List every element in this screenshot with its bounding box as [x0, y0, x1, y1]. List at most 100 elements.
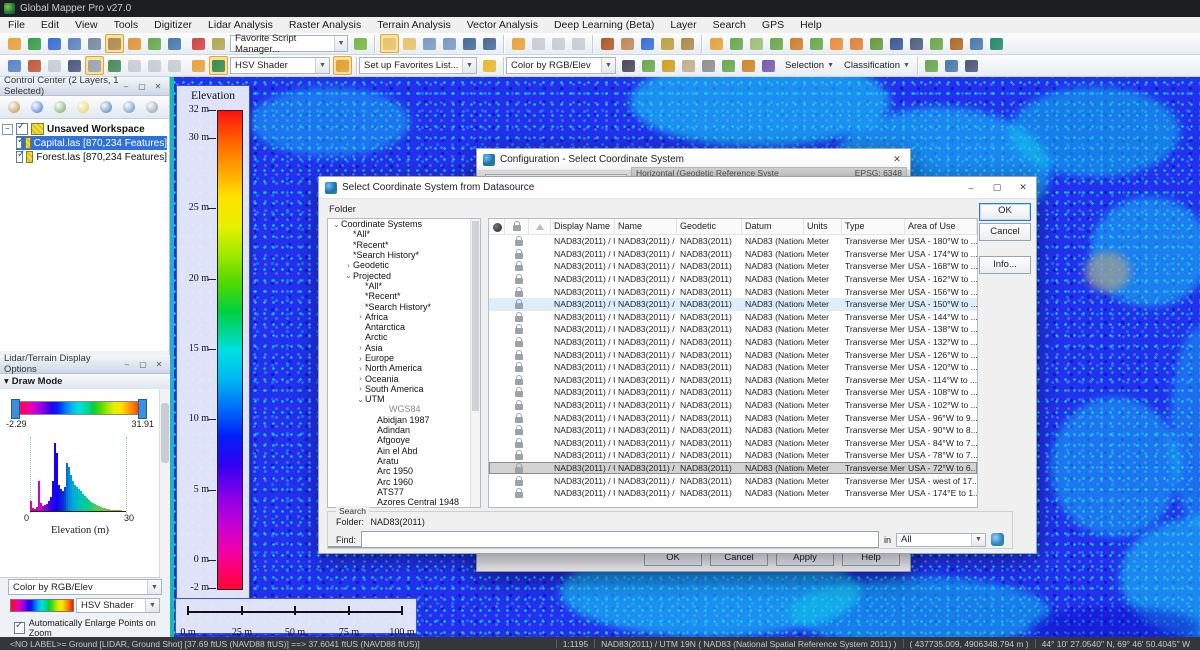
tree-item-coordinate-systems[interactable]: ⌄Coordinate Systems — [328, 219, 480, 229]
eraser-tool-icon[interactable] — [618, 34, 637, 53]
column-header[interactable] — [505, 219, 529, 234]
lidar-change-icon[interactable] — [659, 56, 678, 75]
table-row[interactable]: NAD83(2011) / U...NAD83(2011) / U...NAD8… — [489, 449, 977, 462]
selection-dropdown[interactable]: Selection▼ — [780, 58, 839, 73]
lidar-canopy-icon[interactable] — [719, 56, 738, 75]
lidar-spray-icon[interactable] — [867, 34, 886, 53]
classification-dropdown[interactable]: Classification▼ — [839, 58, 915, 73]
water-rise-icon[interactable] — [145, 56, 164, 75]
previous-view-icon[interactable] — [460, 34, 479, 53]
lidar-orbit-icon[interactable] — [699, 56, 718, 75]
chevron-down-icon[interactable]: ▼ — [601, 58, 615, 73]
column-header[interactable]: Display Name — [551, 219, 615, 234]
tree-item-africa[interactable]: ›Africa — [328, 312, 480, 322]
tree-item--search-history-[interactable]: *Search History* — [328, 250, 480, 260]
column-header[interactable]: Units — [804, 219, 842, 234]
path-profile-icon[interactable] — [85, 56, 104, 75]
shader-mountain-active-icon[interactable] — [209, 56, 228, 75]
menu-edit[interactable]: Edit — [33, 18, 67, 32]
menu-raster-analysis[interactable]: Raster Analysis — [281, 18, 369, 32]
workspace-root-row[interactable]: − Unsaved Workspace — [2, 122, 167, 136]
menu-vector-analysis[interactable]: Vector Analysis — [459, 18, 546, 32]
lidar-boat-icon[interactable] — [987, 34, 1006, 53]
play-icon[interactable] — [45, 56, 64, 75]
info-button[interactable]: Info... — [979, 256, 1031, 274]
delete-feature-icon[interactable] — [549, 34, 568, 53]
tree-item-antarctica[interactable]: Antarctica — [328, 322, 480, 332]
column-header[interactable] — [529, 219, 551, 234]
lidar-draw-mode-combo[interactable]: Color by RGB/Elev▼ — [506, 57, 616, 74]
chevron-down-icon[interactable]: ▼ — [462, 58, 476, 73]
float-icon[interactable]: ▢ — [136, 358, 150, 371]
elevation-range-slider[interactable] — [14, 401, 144, 415]
lidar-veg-brush-icon[interactable] — [927, 34, 946, 53]
lidar-color-intensity-icon[interactable] — [767, 34, 786, 53]
column-header[interactable]: Type — [842, 219, 905, 234]
table-row[interactable]: NAD83(2011) / U...NAD83(2011) / U...NAD8… — [489, 260, 977, 273]
tree-item-europe[interactable]: ›Europe — [328, 353, 480, 363]
tree-item-projected[interactable]: ⌄Projected — [328, 270, 480, 280]
color-by-combo[interactable]: Color by RGB/Elev▼ — [8, 579, 162, 595]
search-layers-icon[interactable] — [4, 98, 24, 117]
shader-combo[interactable]: HSV Shader▼ — [76, 598, 160, 613]
minimize-icon[interactable]: ‒ — [120, 358, 134, 371]
table-row[interactable]: NAD83(2011) / U...NAD83(2011) / U...NAD8… — [489, 374, 977, 387]
find-data-icon[interactable] — [165, 34, 184, 53]
coordinate-system-tree[interactable]: ⌄Coordinate Systems*All**Recent**Search … — [327, 218, 481, 508]
layer-properties-icon[interactable] — [73, 98, 93, 117]
zoom-to-layer-icon[interactable] — [96, 98, 116, 117]
lidar-pad-icon[interactable] — [739, 56, 758, 75]
favorite-run-icon[interactable] — [351, 34, 370, 53]
draw-mode-header[interactable]: ▾ Draw Mode — [0, 374, 170, 390]
full-view-home-icon[interactable] — [480, 34, 499, 53]
layer-row-forest[interactable]: Forest.las [870,234 Features] — [16, 150, 167, 164]
table-row[interactable]: NAD83(2011) / U...NAD83(2011) / U...NAD8… — [489, 399, 977, 412]
tree-item-adindan[interactable]: Adindan — [328, 425, 480, 435]
table-row[interactable]: NAD83(2011) / U...NAD83(2011) / U...NAD8… — [489, 273, 977, 286]
zoom-in-icon[interactable] — [420, 34, 439, 53]
tree-scrollbar[interactable] — [470, 219, 480, 507]
search-online-icon[interactable] — [991, 533, 1004, 546]
attribute-table-icon[interactable] — [50, 98, 70, 117]
favorite-back-icon[interactable] — [189, 34, 208, 53]
collapse-icon[interactable]: − — [2, 124, 13, 135]
configuration-wrench-icon[interactable] — [85, 34, 104, 53]
tree-item-arc-1950[interactable]: Arc 1950 — [328, 466, 480, 476]
tree-item-utm[interactable]: ⌄UTM — [328, 394, 480, 404]
minimize-icon[interactable]: ‒ — [119, 80, 133, 93]
layer-checkbox[interactable] — [16, 137, 22, 149]
tree-item--search-history-[interactable]: *Search History* — [328, 301, 480, 311]
tree-item-aratu[interactable]: Aratu — [328, 456, 480, 466]
tree-item-ain-el-abd[interactable]: Ain el Abd — [328, 446, 480, 456]
paint-tool-icon[interactable] — [598, 34, 617, 53]
menu-deep-learning-beta-[interactable]: Deep Learning (Beta) — [546, 18, 662, 32]
lidar-extract-icon[interactable] — [639, 56, 658, 75]
control-center-icon[interactable] — [105, 34, 124, 53]
lidar-auto-classify-icon[interactable] — [787, 34, 806, 53]
table-row[interactable]: NAD83(2011) / U...NAD83(2011) / U...NAD8… — [489, 474, 977, 487]
menu-gps[interactable]: GPS — [754, 18, 792, 32]
menu-digitizer[interactable]: Digitizer — [146, 18, 200, 32]
table-row[interactable]: NAD83(2011) / U...NAD83(2011) / U...NAD8… — [489, 462, 977, 475]
shader-combo[interactable]: HSV Shader▼ — [230, 57, 330, 74]
lidar-people-icon[interactable] — [967, 34, 986, 53]
map-book-icon[interactable] — [922, 56, 941, 75]
hide-layer-icon[interactable] — [142, 98, 162, 117]
tree-item-ats77[interactable]: ATS77 — [328, 487, 480, 497]
coordinate-system-table[interactable]: Display NameNameGeodeticDatumUnitsTypeAr… — [488, 218, 978, 508]
favorite-script-combo[interactable]: Favorite Script Manager...▼ — [230, 35, 348, 52]
table-row[interactable]: NAD83(2011) / U...NAD83(2011) / U...NAD8… — [489, 437, 977, 450]
table-row[interactable]: NAD83(2011) / U...NAD83(2011) / U...NAD8… — [489, 285, 977, 298]
lidar-classify-veg-icon[interactable] — [807, 34, 826, 53]
enlarge-points-row[interactable]: Automatically Enlarge Points on Zoom — [14, 618, 162, 638]
fly-through-icon[interactable] — [105, 56, 124, 75]
lidar-night-icon[interactable] — [887, 34, 906, 53]
lidar-ground-icon[interactable] — [679, 56, 698, 75]
note-tool-icon[interactable] — [678, 34, 697, 53]
tree-item-wgs84[interactable]: WGS84 — [328, 404, 480, 414]
column-header[interactable]: Datum — [742, 219, 804, 234]
column-header[interactable]: Name — [615, 219, 677, 234]
save-icon[interactable] — [45, 34, 64, 53]
favorites-star-icon[interactable] — [480, 56, 499, 75]
table-row[interactable]: NAD83(2011) / U...NAD83(2011) / U...NAD8… — [489, 323, 977, 336]
